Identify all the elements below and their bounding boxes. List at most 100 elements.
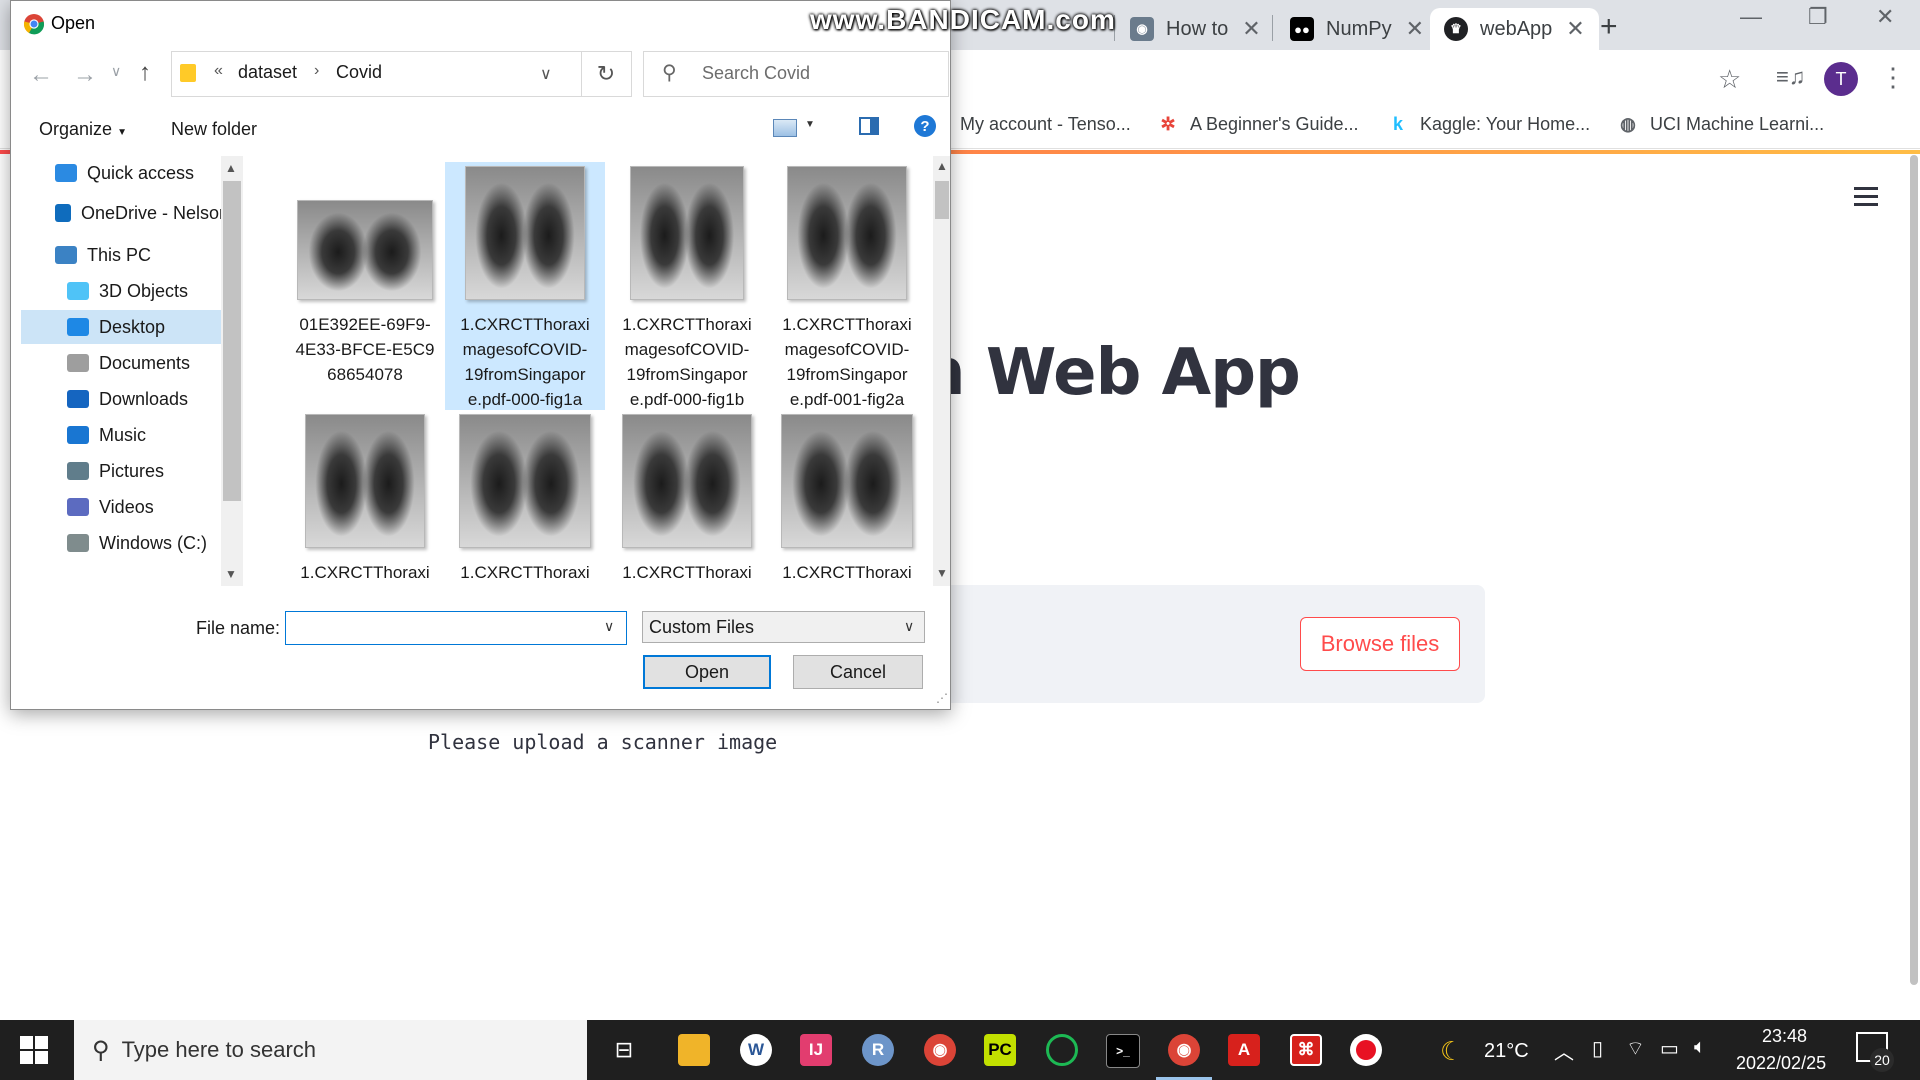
- address-bar[interactable]: « dataset › Covid ∨: [171, 51, 582, 97]
- file-explorer-icon[interactable]: [678, 1034, 710, 1066]
- address-dropdown-chevron-icon[interactable]: ∨: [540, 64, 552, 84]
- breadcrumb-overflow[interactable]: «: [214, 62, 223, 80]
- r-app-icon[interactable]: R: [862, 1034, 894, 1066]
- nav-item[interactable]: Windows (C:): [21, 526, 229, 560]
- xray-thumbnail: [787, 166, 907, 300]
- bandicam-record-icon[interactable]: [1350, 1034, 1382, 1066]
- file-item[interactable]: 1.CXRCTThoraxi magesofCOVID- 19fromSingapo…: [445, 162, 605, 410]
- scroll-up-arrow-icon[interactable]: ▲: [225, 161, 237, 175]
- tray-chevron-up-icon[interactable]: ︿: [1554, 1036, 1574, 1065]
- avatar[interactable]: T: [1824, 62, 1858, 96]
- breadcrumb-covid[interactable]: Covid: [336, 62, 382, 83]
- weather-temperature[interactable]: 21°C: [1484, 1040, 1529, 1063]
- nav-item[interactable]: Quick access: [21, 156, 229, 190]
- file-item[interactable]: 1.CXRCTThoraxi magesofCOVID- 19fromSingapo…: [607, 162, 767, 410]
- view-options-icon[interactable]: [773, 119, 797, 137]
- preview-pane-icon[interactable]: [859, 117, 879, 135]
- browser-tab[interactable]: ◉ How to ✕: [1130, 8, 1261, 50]
- file-item[interactable]: 1.CXRCTThoraxi: [607, 410, 767, 586]
- notification-count-badge: 20: [1870, 1048, 1894, 1072]
- acrobat-icon[interactable]: A: [1228, 1034, 1260, 1066]
- scroll-down-arrow-icon[interactable]: ▼: [225, 567, 237, 581]
- pycharm-icon[interactable]: PC: [984, 1034, 1016, 1066]
- up-arrow-icon[interactable]: ↑: [139, 59, 151, 87]
- terminal-icon[interactable]: >_: [1106, 1034, 1140, 1068]
- open-button[interactable]: Open: [643, 655, 771, 689]
- file-item[interactable]: 1.CXRCTThoraxi magesofCOVID- 19fromSingapo…: [767, 162, 927, 410]
- cancel-button[interactable]: Cancel: [793, 655, 923, 689]
- resize-grip-icon[interactable]: ⋰: [936, 691, 948, 705]
- page-scrollbar[interactable]: [1910, 155, 1918, 985]
- scroll-up-arrow-icon[interactable]: ▲: [936, 159, 948, 173]
- hamburger-menu-icon[interactable]: [1854, 187, 1878, 212]
- restore-icon[interactable]: ❐: [1808, 4, 1828, 30]
- file-list-scroll-thumb[interactable]: [935, 181, 949, 219]
- volume-icon[interactable]: 🔈︎: [1694, 1036, 1706, 1059]
- browser-tab-active[interactable]: ♛ webApp ✕: [1430, 8, 1599, 50]
- nav-item[interactable]: Music: [21, 418, 229, 452]
- nav-item[interactable]: Pictures: [21, 454, 229, 488]
- breadcrumb-dataset[interactable]: dataset: [238, 62, 297, 83]
- organize-menu-button[interactable]: Organize ▼: [39, 119, 127, 140]
- search-icon: ⚲: [662, 62, 677, 84]
- help-icon[interactable]: ?: [914, 115, 936, 137]
- taskbar-search-box[interactable]: ⚲ Type here to search: [74, 1020, 587, 1080]
- word-app-icon[interactable]: W: [740, 1034, 772, 1066]
- file-item[interactable]: 1.CXRCTThoraxi: [767, 410, 927, 586]
- intellij-icon[interactable]: IJ: [800, 1034, 832, 1066]
- refresh-icon[interactable]: ↻: [581, 51, 632, 97]
- network-icon[interactable]: ⌔: [1626, 1036, 1645, 1061]
- nav-item[interactable]: Videos: [21, 490, 229, 524]
- device-icon[interactable]: ▯: [1592, 1036, 1603, 1061]
- forward-arrow-icon[interactable]: →: [73, 61, 97, 89]
- bookmark-item[interactable]: k Kaggle: Your Home...: [1388, 114, 1590, 135]
- scroll-down-arrow-icon[interactable]: ▼: [936, 566, 948, 580]
- nav-item[interactable]: This PC: [21, 238, 229, 272]
- kebab-menu-icon[interactable]: ⋮: [1880, 62, 1906, 93]
- media-control-icon[interactable]: ≡♫: [1776, 64, 1805, 90]
- new-tab-button[interactable]: +: [1600, 10, 1618, 44]
- circle-app-icon[interactable]: [1046, 1034, 1078, 1066]
- xray-thumbnail: [630, 166, 744, 300]
- close-icon[interactable]: ✕: [1566, 16, 1584, 42]
- view-dropdown-chevron-icon[interactable]: ▼: [805, 119, 815, 130]
- bookmark-item[interactable]: ◍ UCI Machine Learni...: [1618, 114, 1824, 135]
- bookmark-star-icon[interactable]: ☆: [1718, 64, 1741, 95]
- chrome-icon[interactable]: ◉: [1168, 1034, 1200, 1066]
- bookmark-item[interactable]: ✲ A Beginner's Guide...: [1158, 114, 1358, 135]
- file-name-line: magesofCOVID-: [462, 340, 588, 359]
- chrome-icon[interactable]: ◉: [924, 1034, 956, 1066]
- window-close-icon[interactable]: ✕: [1876, 4, 1894, 30]
- file-list-scrollbar[interactable]: [933, 156, 950, 586]
- file-item[interactable]: 1.CXRCTThoraxi: [285, 410, 445, 586]
- close-icon[interactable]: ✕: [1242, 16, 1260, 42]
- nav-item[interactable]: Desktop: [21, 310, 229, 344]
- file-item[interactable]: 01E392EE-69F9- 4E33-BFCE-E5C9 68654078: [285, 162, 445, 410]
- file-item[interactable]: 1.CXRCTThoraxi: [445, 410, 605, 586]
- nav-item[interactable]: OneDrive - Nelson: [21, 196, 229, 230]
- bookmark-item[interactable]: My account - Tenso...: [960, 114, 1131, 135]
- close-icon[interactable]: ✕: [1406, 16, 1424, 42]
- task-view-icon[interactable]: ⊟: [608, 1034, 640, 1066]
- browser-tab[interactable]: ●● NumPy ✕: [1290, 8, 1424, 50]
- tool-app-icon[interactable]: ⌘: [1290, 1034, 1322, 1066]
- weather-moon-icon[interactable]: ☾: [1440, 1036, 1463, 1067]
- search-input[interactable]: ⚲ Search Covid: [643, 51, 949, 97]
- windows-start-icon[interactable]: [20, 1036, 48, 1069]
- back-arrow-icon[interactable]: ←: [29, 61, 53, 89]
- file-type-select[interactable]: Custom Files ∨: [642, 611, 925, 643]
- nav-item[interactable]: Documents: [21, 346, 229, 380]
- clock-date[interactable]: 2022/02/25: [1736, 1053, 1826, 1074]
- nav-item[interactable]: 3D Objects: [21, 274, 229, 308]
- breadcrumb-separator-icon: ›: [314, 62, 320, 79]
- browse-files-button[interactable]: Browse files: [1300, 617, 1460, 671]
- nav-item[interactable]: Downloads: [21, 382, 229, 416]
- minimize-icon[interactable]: —: [1740, 4, 1762, 30]
- recent-locations-chevron-icon[interactable]: ∨: [111, 63, 121, 80]
- clock-time[interactable]: 23:48: [1762, 1026, 1807, 1047]
- file-name-dropdown-chevron-icon[interactable]: ∨: [604, 618, 614, 635]
- new-folder-button[interactable]: New folder: [171, 119, 257, 140]
- navigation-pane-scroll-thumb[interactable]: [223, 181, 241, 501]
- battery-icon[interactable]: ▭: [1660, 1036, 1679, 1061]
- file-name-input[interactable]: ∨: [285, 611, 627, 645]
